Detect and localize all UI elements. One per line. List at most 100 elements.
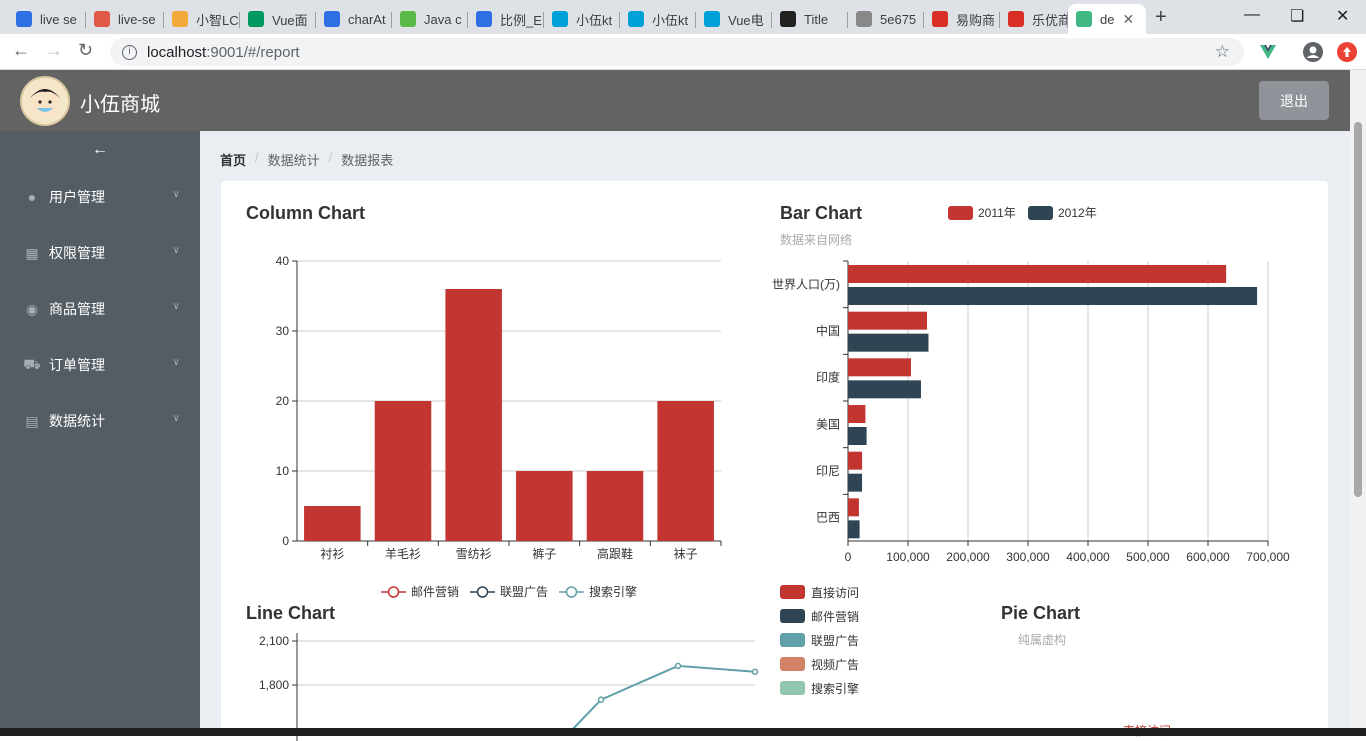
browser-tab[interactable]: 5e675 bbox=[848, 4, 924, 34]
collapse-toggle[interactable]: ← bbox=[0, 131, 200, 169]
browser-tab[interactable]: 小伍kt bbox=[544, 4, 620, 34]
location-icon: ◉ bbox=[25, 300, 39, 317]
jian-icon bbox=[94, 11, 110, 27]
x-tick-label: 400,000 bbox=[1066, 550, 1110, 564]
legend-marker bbox=[476, 586, 489, 598]
sf-icon bbox=[248, 11, 264, 27]
sidebar-item[interactable]: ▦ 权限管理 ∨ bbox=[0, 225, 200, 281]
tab-close-icon[interactable]: ✕ bbox=[1122, 11, 1134, 28]
legend-label: 联盟广告 bbox=[811, 634, 859, 648]
x-tick-label: 300,000 bbox=[1006, 550, 1050, 564]
tab-title: charAt bbox=[348, 11, 386, 27]
browser-tab[interactable]: 小智LC bbox=[164, 4, 240, 34]
x-tick-label: 600,000 bbox=[1186, 550, 1230, 564]
browser-tab[interactable]: 乐优商 bbox=[1000, 4, 1068, 34]
app-header: 小伍商城 退出 bbox=[0, 70, 1350, 131]
bili-icon bbox=[552, 11, 568, 27]
column-bar bbox=[657, 401, 714, 541]
x-tick-label: 700,000 bbox=[1246, 550, 1290, 564]
browser-tab[interactable]: live se bbox=[8, 4, 86, 34]
tab-title: 小智LC bbox=[196, 12, 239, 28]
breadcrumb-home[interactable]: 首页 bbox=[220, 150, 246, 169]
hbar bbox=[848, 311, 928, 330]
bookmark-star-icon[interactable]: ☆ bbox=[1215, 42, 1230, 62]
new-tab-button[interactable]: + bbox=[1155, 6, 1167, 29]
browser-tab[interactable]: Vue电 bbox=[696, 4, 772, 34]
tab-title: 小伍kt bbox=[576, 12, 613, 28]
minimize-button[interactable]: — bbox=[1244, 6, 1260, 24]
scrollbar-thumb[interactable] bbox=[1354, 122, 1362, 497]
sidebar-item[interactable]: ⛟ 订单管理 ∨ bbox=[0, 337, 200, 393]
column-bar bbox=[445, 289, 502, 541]
browser-tab[interactable]: charAt bbox=[316, 4, 392, 34]
close-window-button[interactable]: ✕ bbox=[1336, 6, 1349, 26]
tab-title: 5e675 bbox=[880, 11, 917, 27]
browser-tab[interactable]: live-se bbox=[86, 4, 164, 34]
url-path: :9001/#/report bbox=[206, 43, 300, 61]
x-tick-label: 袜子 bbox=[674, 547, 698, 561]
tab-title: Vue电 bbox=[728, 12, 764, 28]
info-icon[interactable]: i bbox=[122, 44, 137, 60]
legend-marker bbox=[387, 586, 400, 598]
reload-icon[interactable]: ↻ bbox=[78, 40, 93, 61]
x-tick-label: 裤子 bbox=[532, 547, 556, 561]
legend-swatch bbox=[1028, 206, 1053, 220]
taskbar bbox=[0, 728, 1366, 736]
browser-tab[interactable]: 小伍kt bbox=[620, 4, 696, 34]
vue-devtools-icon[interactable] bbox=[1258, 42, 1278, 62]
breadcrumb-separator: / bbox=[255, 150, 259, 165]
breadcrumb-separator: / bbox=[328, 150, 333, 165]
y-tick-label: 10 bbox=[276, 464, 290, 478]
browser-tab[interactable]: 易购商 bbox=[924, 4, 1000, 34]
update-icon[interactable] bbox=[1337, 42, 1357, 62]
x-tick-label: 0 bbox=[845, 550, 852, 564]
tab-title: live se bbox=[40, 11, 77, 27]
sidebar-item[interactable]: ▤ 数据统计 ∨ bbox=[0, 393, 200, 449]
y-tick-label: 巴西 bbox=[816, 511, 840, 525]
hbar bbox=[848, 498, 859, 517]
column-bar bbox=[304, 506, 361, 541]
browser-tab[interactable]: Vue面 bbox=[240, 4, 316, 34]
app-title: 小伍商城 bbox=[80, 94, 160, 116]
profile-icon[interactable] bbox=[1303, 42, 1323, 62]
x-tick-label: 100,000 bbox=[886, 550, 930, 564]
logout-button[interactable]: 退出 bbox=[1259, 81, 1329, 120]
legend-label: 搜索引擎 bbox=[589, 584, 637, 599]
browser-tab[interactable]: de ✕ bbox=[1068, 4, 1146, 34]
forward-icon[interactable]: → bbox=[45, 40, 63, 61]
chevron-down-icon: ∨ bbox=[172, 357, 180, 368]
bili-icon bbox=[704, 11, 720, 27]
user-icon: ● bbox=[27, 189, 37, 205]
paw-icon bbox=[476, 11, 492, 27]
address-bar[interactable]: i localhost:9001/#/report ☆ bbox=[110, 38, 1244, 66]
bar-chart: 2011年 2012年 0 100,000 200,000 300,000 400,000 5… bbox=[772, 206, 1290, 564]
browser-tab[interactable]: Title bbox=[772, 4, 848, 34]
browser-tab[interactable]: 比例_E bbox=[468, 4, 544, 34]
legend-label: 联盟广告 bbox=[500, 585, 548, 599]
pie-chart: 直接访问邮件营销联盟广告视频广告搜索引擎直接访问 bbox=[780, 585, 1171, 738]
tab-title: 小伍kt bbox=[652, 12, 689, 28]
hbar bbox=[848, 333, 929, 352]
breadcrumb-item: 数据统计 bbox=[267, 153, 320, 168]
hbar bbox=[848, 427, 867, 445]
x-tick-label: 500,000 bbox=[1126, 550, 1170, 564]
report-card: Column Chart 0 10 20 30 40 衬衫 羊毛衫 雪纺衫 裤子 高跟鞋 袜子 Ba… bbox=[221, 181, 1328, 741]
chevron-down-icon: ∨ bbox=[172, 413, 180, 424]
page-scrollbar[interactable] bbox=[1350, 70, 1366, 736]
maximize-button[interactable]: ❏ bbox=[1290, 6, 1304, 26]
browser-toolbar: ← → ↻ i localhost:9001/#/report ☆ bbox=[0, 34, 1366, 70]
legend-swatch bbox=[780, 633, 805, 647]
message-icon: ▤ bbox=[25, 412, 39, 429]
hbar bbox=[848, 358, 911, 377]
paw-icon bbox=[324, 11, 340, 27]
y-tick-label: 印度 bbox=[816, 370, 840, 385]
browser-tab[interactable]: Java c bbox=[392, 4, 468, 34]
legend-swatch bbox=[948, 206, 973, 220]
back-icon[interactable]: ← bbox=[12, 40, 30, 61]
chevron-down-icon: ∨ bbox=[172, 301, 180, 312]
legend-label: 邮件营销 bbox=[411, 585, 459, 599]
sidebar-item[interactable]: ● 用户管理 ∨ bbox=[0, 169, 200, 225]
sidebar-item[interactable]: ◉ 商品管理 ∨ bbox=[0, 281, 200, 337]
x-tick-label: 羊毛衫 bbox=[385, 546, 421, 561]
hbar bbox=[848, 451, 863, 470]
